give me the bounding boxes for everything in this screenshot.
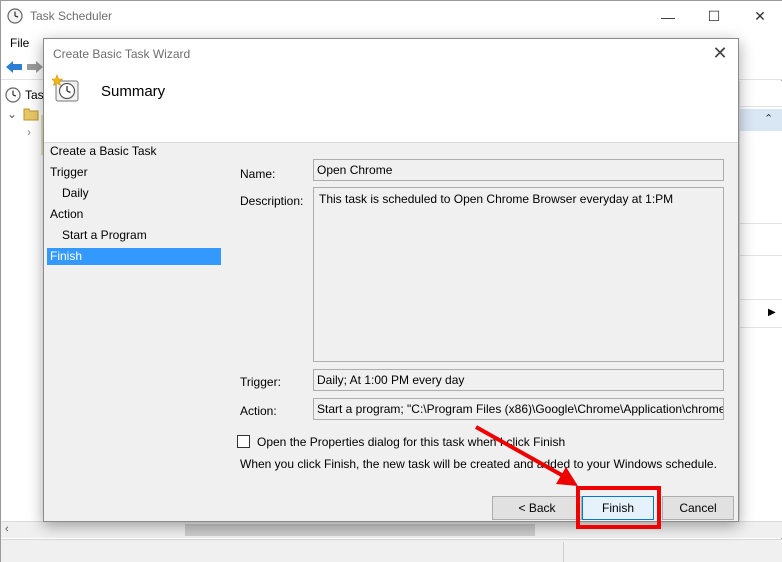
annotation-arrow-icon: [475, 425, 578, 486]
